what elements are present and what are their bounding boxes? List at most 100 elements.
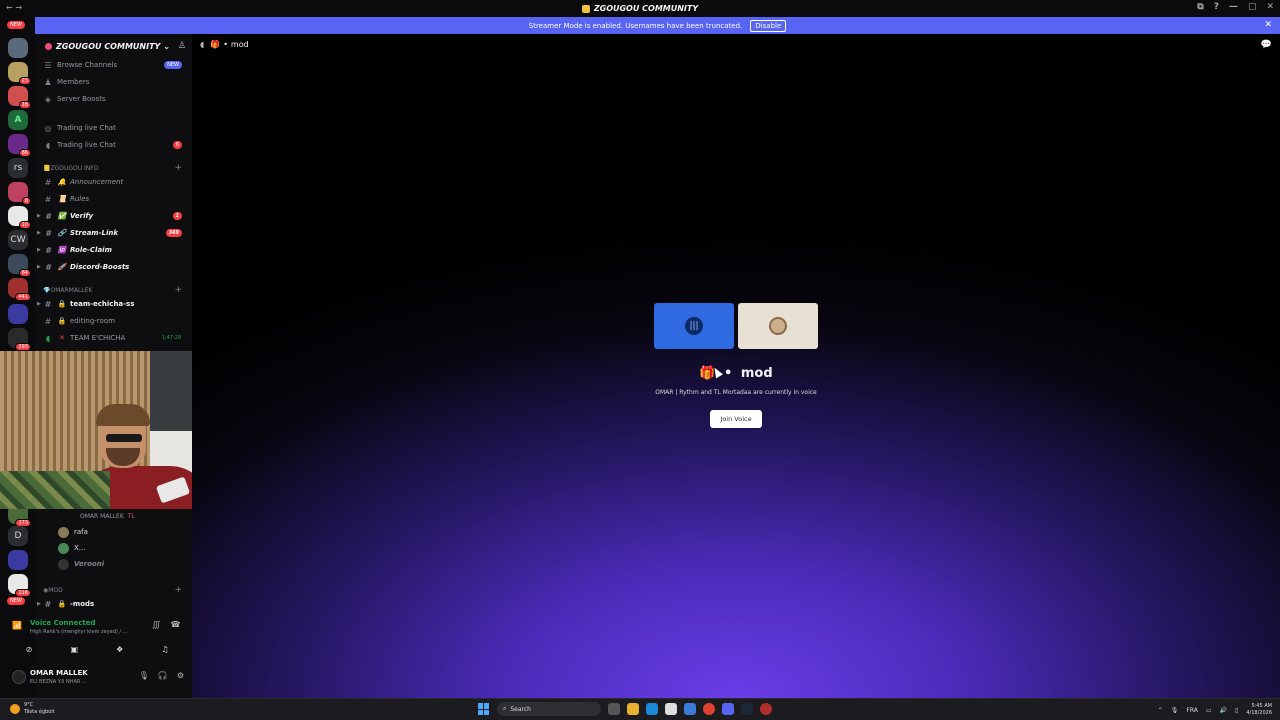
store-icon[interactable] (665, 703, 677, 715)
screen-share-icon[interactable]: ▣ (63, 642, 85, 656)
channel-mods[interactable]: ▶ # 🔒 -mods (37, 596, 188, 612)
server-icon[interactable]: CW (8, 230, 28, 250)
server-icon[interactable]: 8 (8, 182, 31, 205)
server-icon[interactable]: 293 (8, 328, 31, 351)
category-zgougou-info[interactable]: 📒 ZGOUGOU INFO + (43, 162, 188, 174)
browse-channels[interactable]: ☰ Browse Channels NEW (43, 57, 188, 73)
close-window-button[interactable]: ✕ (1266, 2, 1274, 12)
language-indicator[interactable]: FRA (1186, 707, 1197, 714)
soundboard-icon[interactable]: ♫ (154, 642, 176, 656)
user-controls: 🎙 🎧 ⚙ (139, 671, 184, 680)
back-nav-icon[interactable]: ← → (6, 3, 22, 12)
hash-icon: # (44, 316, 52, 326)
clock[interactable]: 5:45 AM 4/18/2026 (1246, 703, 1272, 717)
voice-user[interactable]: rafa (58, 524, 192, 540)
server-icon[interactable]: 10 (8, 206, 31, 229)
channel-team-echicha-ss[interactable]: ▶ # 🔒 team-echicha-ss (37, 296, 188, 312)
server-header[interactable]: ZGOUGOU COMMUNITY ⌄ ♙ (35, 34, 192, 58)
edge-icon[interactable] (646, 703, 658, 715)
channel-announcement[interactable]: # 🔔 Announcement (43, 174, 188, 190)
channel-rules[interactable]: # 📜 Rules (43, 191, 188, 207)
weather-widget[interactable]: 9°C Tâsta égboit (10, 702, 55, 716)
chevron-up-icon[interactable]: ⌃ (1158, 707, 1163, 714)
unread-badge: 6 (172, 141, 182, 149)
channel-stream-link[interactable]: ▶ # 🔗 Stream-Link 349 (37, 225, 188, 241)
add-user-icon[interactable]: ♙ (178, 41, 186, 51)
folder-icon[interactable] (8, 304, 28, 324)
voice-controls: ⊘ ▣ ❖ ♫ (12, 642, 182, 658)
chat-icon[interactable]: 💬 (1261, 40, 1272, 50)
add-channel-icon[interactable]: + (174, 285, 182, 295)
server-icon[interactable]: 116 (8, 574, 31, 597)
steam-icon[interactable] (741, 703, 753, 715)
app-icon[interactable] (684, 703, 696, 715)
join-voice-button[interactable]: Join Voice (710, 410, 762, 428)
inbox-icon[interactable]: ⧉ (1197, 2, 1203, 12)
channel-trading-live-chat-voice[interactable]: ◖ Trading live Chat 6 (43, 137, 188, 153)
mic-icon[interactable]: 🎙 (139, 671, 149, 680)
channel-editing-room[interactable]: # 🔒 editing-room (43, 313, 188, 329)
discord-icon[interactable] (722, 703, 734, 715)
disconnect-icon[interactable]: ☎ (170, 620, 180, 629)
server-icon[interactable]: 23 (8, 62, 31, 85)
server-icon[interactable]: D (8, 526, 28, 546)
chrome-icon[interactable] (703, 703, 715, 715)
voice-channel-team-echicha[interactable]: ◖ ✕ TEAM E'CHICHA 1:47:28 (43, 330, 188, 346)
channel-trading-live-chat[interactable]: ◎ Trading live Chat (43, 120, 188, 136)
taskbar-search[interactable]: ⌕ Search (497, 702, 601, 716)
camera-off-icon[interactable]: ⊘ (18, 642, 40, 656)
maximize-button[interactable]: ▢ (1248, 2, 1257, 12)
channel-discord-boosts[interactable]: ▶ # 🚀 Discord-Boosts (37, 259, 188, 275)
activities-icon[interactable]: ❖ (109, 642, 131, 656)
members[interactable]: ♟ Members (43, 74, 188, 90)
voice-user[interactable]: Verooni (58, 556, 192, 572)
voice-status[interactable]: Voice Connected (30, 619, 96, 627)
voice-channel-name[interactable]: High Rank's (menghyr klem zeyed) / ... (30, 629, 127, 635)
avatar[interactable] (12, 670, 26, 684)
gear-icon[interactable]: ⚙ (177, 671, 184, 680)
server-icon[interactable]: 18 (8, 86, 31, 109)
server-boosts[interactable]: ◈ Server Boosts (43, 91, 188, 107)
headphones-icon[interactable]: 🎧 (158, 671, 168, 680)
task-view-icon[interactable] (608, 703, 620, 715)
channel-name: mod (230, 40, 249, 49)
voice-user[interactable]: X... (58, 540, 192, 556)
boost-icon: ◈ (44, 94, 52, 104)
user-name[interactable]: OMAR MALLEK (30, 669, 88, 677)
app-icon[interactable] (760, 703, 772, 715)
unread-badge: 116 (15, 589, 31, 597)
participant-tile[interactable] (738, 303, 818, 349)
unread-badge: 1 (172, 212, 182, 220)
close-banner-icon[interactable]: ✕ (1264, 20, 1272, 30)
channel-verify[interactable]: ▶ # ✅ Verify 1 (37, 208, 188, 224)
server-boosts-label: Server Boosts (57, 95, 106, 103)
minimize-button[interactable]: — (1229, 2, 1238, 12)
participant-tile[interactable]: ||| (654, 303, 734, 349)
volume-icon[interactable]: 🔊 (1220, 707, 1227, 714)
server-icon[interactable]: rs (8, 158, 28, 178)
network-icon[interactable]: ▭ (1206, 707, 1212, 714)
mic-icon[interactable]: 🎙 (1171, 707, 1179, 714)
server-icon[interactable]: 64 (8, 254, 31, 277)
channel-role-claim[interactable]: ▶ # 🆔 Role-Claim (37, 242, 188, 258)
add-channel-icon[interactable]: + (174, 163, 182, 173)
start-button[interactable] (478, 703, 490, 715)
server-icon[interactable]: 86 (8, 134, 31, 157)
help-icon[interactable]: ? (1214, 2, 1219, 12)
file-explorer-icon[interactable] (627, 703, 639, 715)
server-icon[interactable]: A (8, 110, 28, 130)
battery-icon[interactable]: ▯ (1235, 707, 1238, 714)
signal-icon: 📶 (12, 621, 22, 630)
folder-icon[interactable] (8, 550, 28, 570)
add-channel-icon[interactable]: + (174, 585, 182, 595)
hash-icon: # (44, 177, 52, 187)
category-omarmallek[interactable]: 💎 OMARMALLEK + (43, 284, 188, 296)
server-icon[interactable] (8, 38, 28, 58)
voice-user-owner[interactable]: OMAR MALLEK TL (80, 508, 192, 524)
category-mod[interactable]: ◉ Mod + (43, 584, 188, 596)
server-icon[interactable]: 441 (8, 278, 31, 301)
disable-streamer-mode-button[interactable]: Disable (750, 19, 787, 32)
speaker-icon: ◖ (200, 40, 205, 49)
channel-label: Announcement (70, 178, 124, 186)
noise-suppression-icon[interactable]: ∭ (152, 620, 160, 629)
